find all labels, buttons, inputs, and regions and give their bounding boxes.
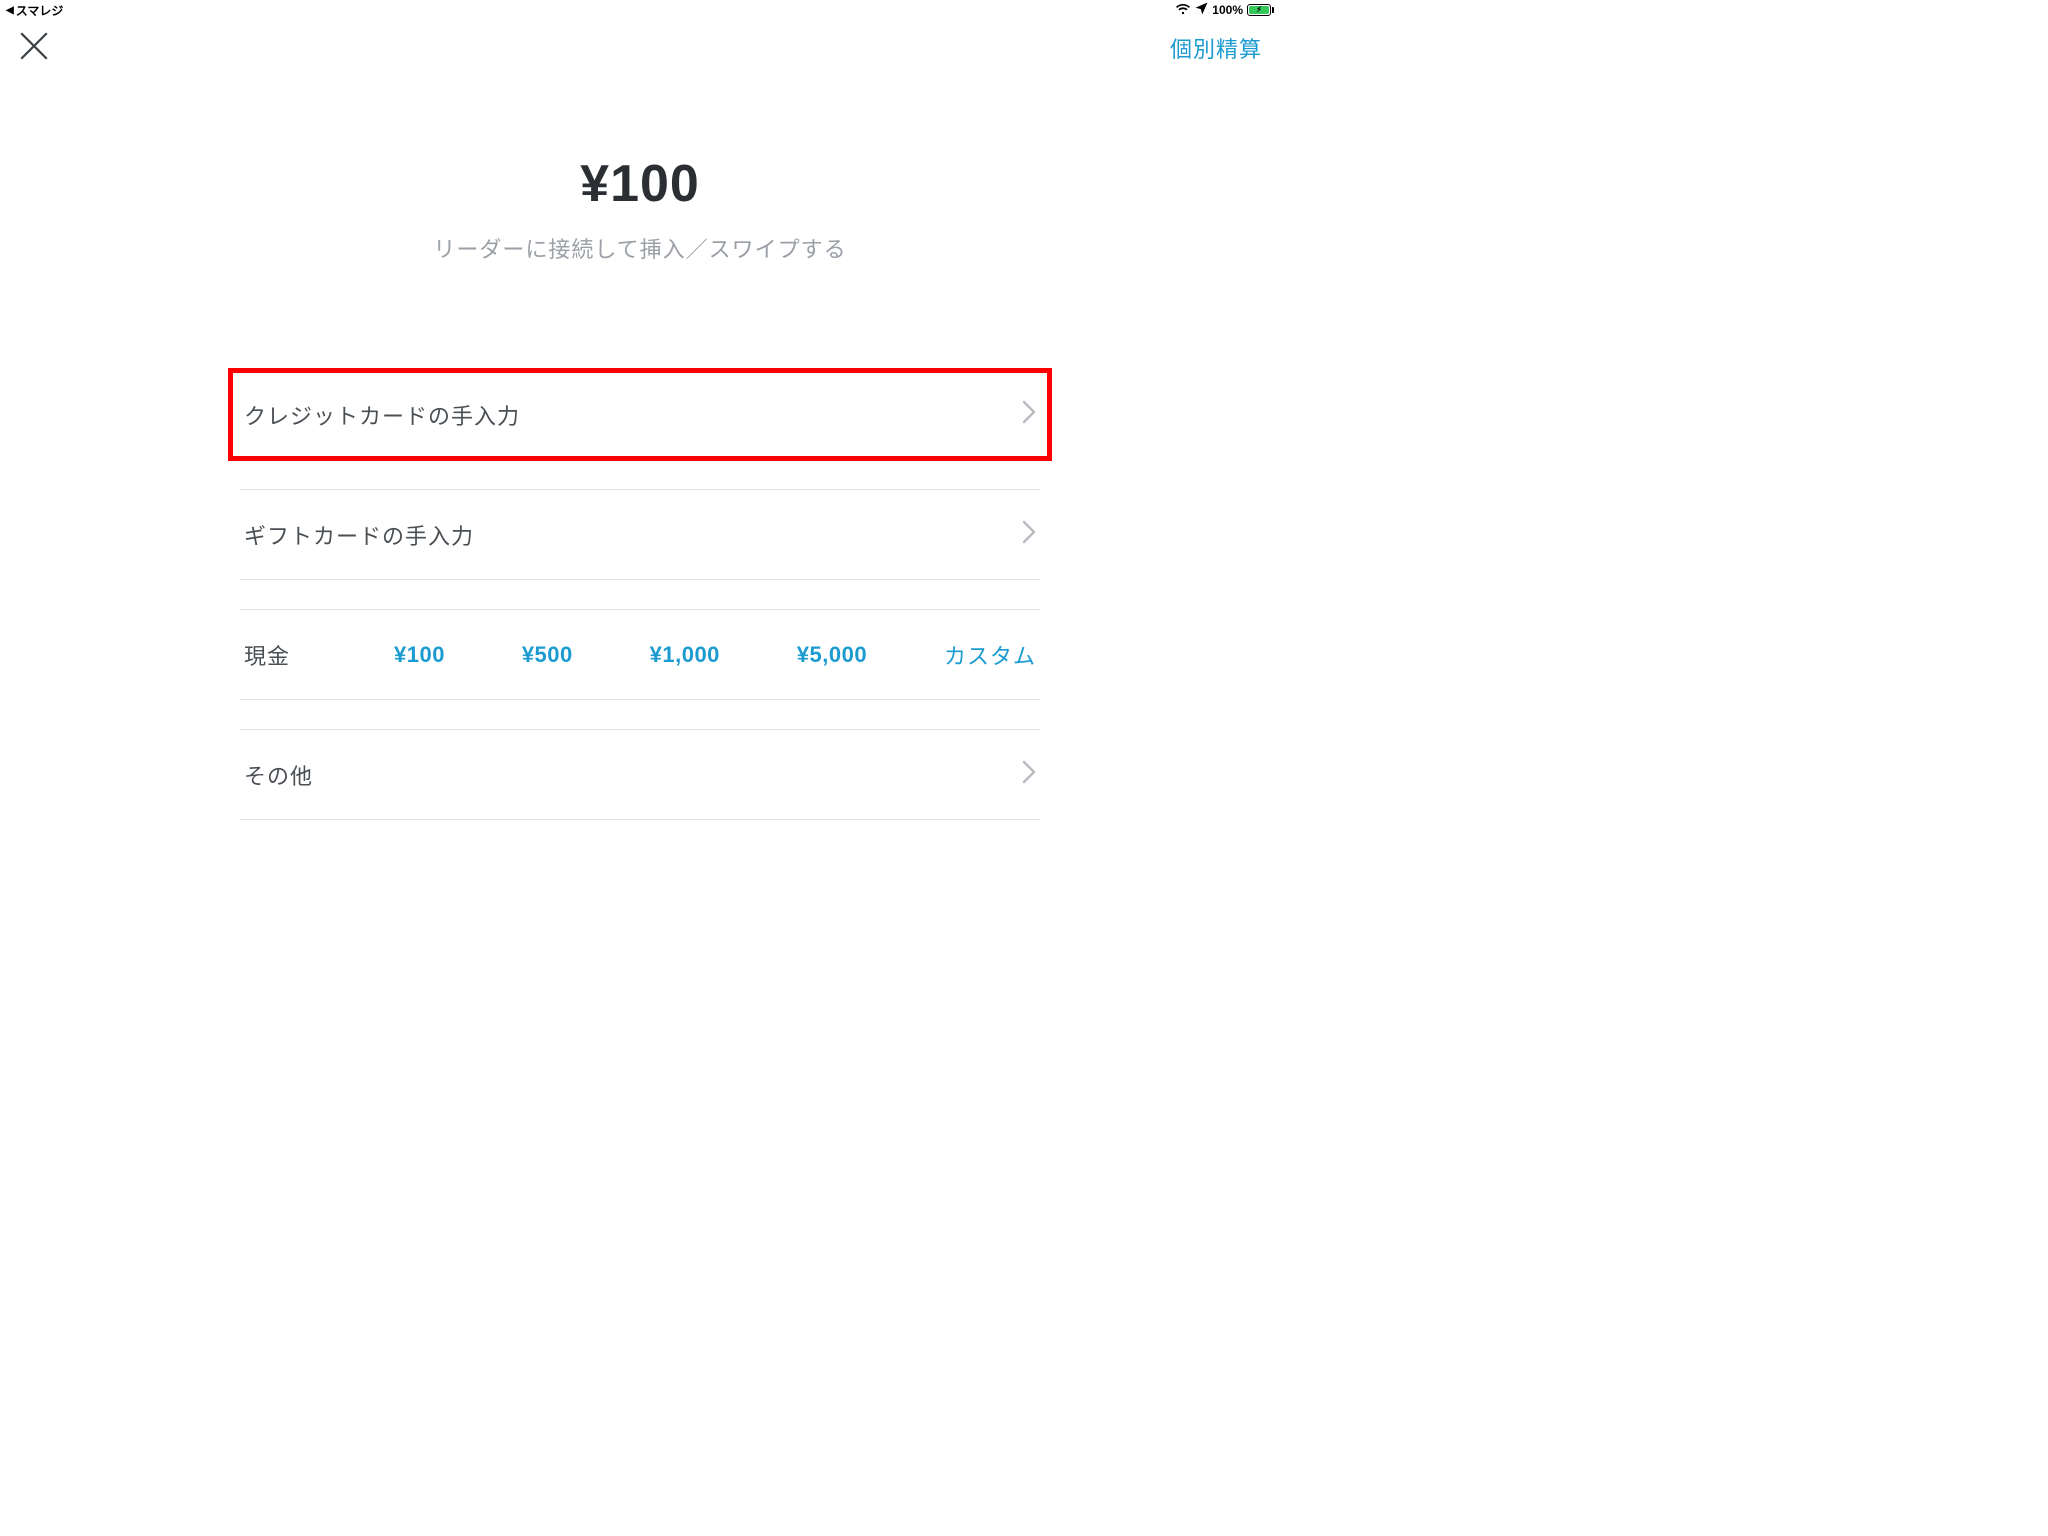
status-back-app-label: スマレジ — [16, 2, 64, 19]
list-divider — [240, 580, 1040, 610]
cash-row: 現金 ¥100 ¥500 ¥1,000 ¥5,000 カスタム — [240, 610, 1040, 700]
cash-option-5000[interactable]: ¥5,000 — [797, 642, 867, 668]
credit-card-manual-row[interactable]: クレジットカードの手入力 — [240, 370, 1040, 460]
reader-instruction: リーダーに接続して挿入／スワイプする — [240, 232, 1040, 264]
cash-option-100[interactable]: ¥100 — [394, 642, 445, 668]
other-payment-label: その他 — [244, 759, 313, 791]
amount-display: ¥100 — [240, 154, 1040, 214]
close-icon — [19, 31, 49, 66]
close-button[interactable] — [12, 26, 56, 70]
battery-icon: ⚡︎ — [1247, 4, 1274, 16]
credit-card-manual-label: クレジットカードの手入力 — [244, 399, 520, 431]
list-divider — [240, 700, 1040, 730]
cash-options: ¥100 ¥500 ¥1,000 ¥5,000 カスタム — [394, 639, 1036, 671]
status-bar: ◀ スマレジ 100% ⚡︎ — [0, 0, 1280, 20]
back-triangle-icon: ◀ — [6, 5, 14, 16]
status-right: 100% ⚡︎ — [1175, 2, 1274, 18]
battery-pct-label: 100% — [1212, 3, 1243, 17]
cash-option-custom[interactable]: カスタム — [944, 639, 1036, 671]
content: ¥100 リーダーに接続して挿入／スワイプする クレジットカードの手入力 ギフト… — [240, 154, 1040, 820]
chevron-right-icon — [1022, 400, 1036, 429]
chevron-right-icon — [1022, 520, 1036, 549]
location-icon — [1195, 2, 1208, 18]
nav-bar: 個別精算 — [0, 20, 1280, 76]
payment-method-list: クレジットカードの手入力 ギフトカードの手入力 現金 ¥100 ¥500 ¥1,… — [240, 370, 1040, 820]
gift-card-manual-label: ギフトカードの手入力 — [244, 519, 474, 551]
wifi-icon — [1175, 3, 1191, 18]
gift-card-manual-row[interactable]: ギフトカードの手入力 — [240, 490, 1040, 580]
status-back-app[interactable]: ◀ スマレジ — [6, 2, 63, 19]
cash-option-500[interactable]: ¥500 — [522, 642, 573, 668]
cash-label: 現金 — [244, 639, 394, 671]
split-payment-button[interactable]: 個別精算 — [1170, 32, 1262, 64]
list-divider — [240, 460, 1040, 490]
split-payment-label: 個別精算 — [1170, 37, 1262, 62]
chevron-right-icon — [1022, 760, 1036, 789]
amount-block: ¥100 リーダーに接続して挿入／スワイプする — [240, 154, 1040, 264]
cash-option-1000[interactable]: ¥1,000 — [650, 642, 720, 668]
other-payment-row[interactable]: その他 — [240, 730, 1040, 820]
